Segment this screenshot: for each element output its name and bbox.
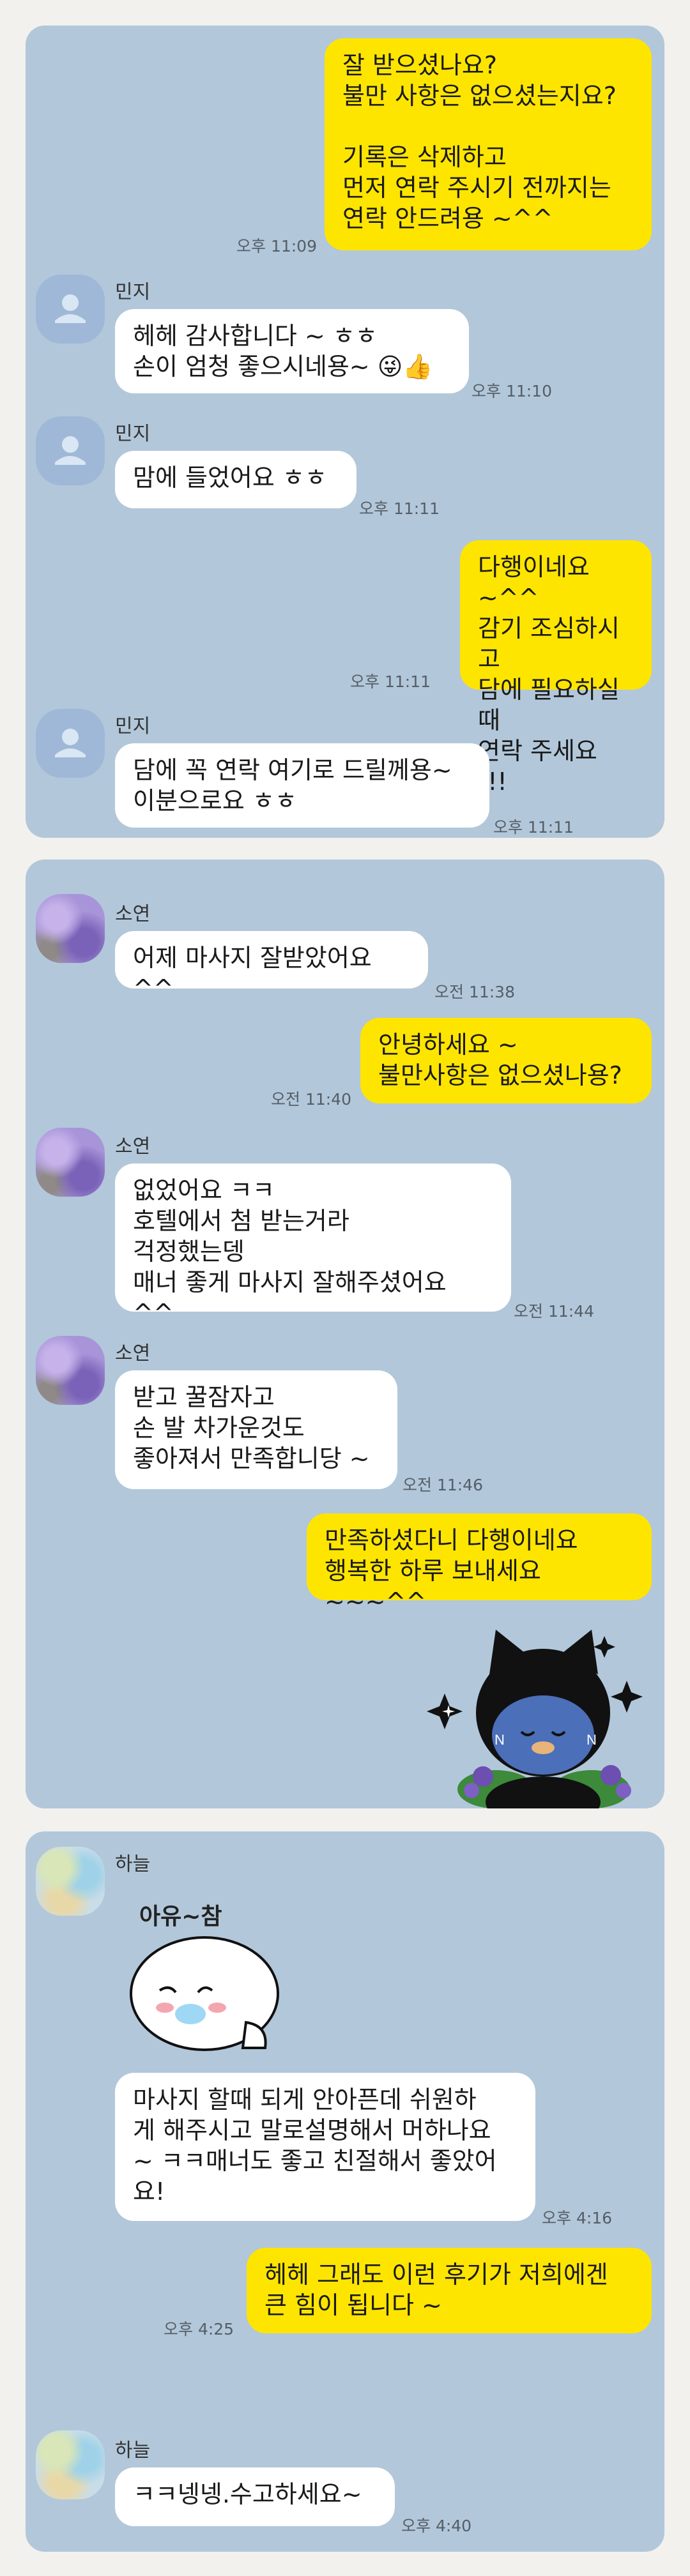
message-time: 오후 4:25 [164,2320,234,2338]
message-bubble-sent[interactable]: 만족하셨다니 다행이네요 행복한 하루 보내세요 ~~~^^ [307,1513,652,1616]
message-bubble-sent[interactable]: 다행이네요 ~^^ 감기 조심하시고 담에 필요하실때 연락 주세요 !!! [460,540,652,796]
message-time: 오후 4:40 [401,2517,472,2535]
message-bubble-received[interactable]: 어제 마사지 잘받았어요 ^^ [115,931,428,1003]
message-bubble-received[interactable]: 담에 꼭 연락 여기로 드릴께용~ 이분으로요 ㅎㅎ [115,743,489,828]
sender-name: 민지 [115,715,151,738]
message-bubble-received[interactable]: 없었어요 ㅋㅋ 호텔에서 첨 받는거라 걱정했는뎅 매너 좋게 마사지 잘해주셨… [115,1163,511,1327]
white-blob-sticker[interactable]: 아유~참 [115,1898,300,2051]
message-time: 오후 11:09 [236,237,317,255]
message-time: 오후 11:11 [493,818,574,837]
sender-name: 소연 [115,903,151,925]
message-time: 오후 11:10 [471,382,552,400]
person-silhouette-icon [55,436,86,465]
avatar[interactable] [36,1847,105,1916]
chat-panel-soyeon: 소연 어제 마사지 잘받았어요 ^^ 오전 11:38 안녕하세요 ~ 불만사항… [26,860,664,1808]
message-time: 오전 11:38 [434,983,515,1001]
message-time: 오전 11:46 [402,1476,483,1494]
message-time: 오전 11:44 [514,1302,594,1321]
svg-text:N: N [494,1732,505,1748]
sender-name: 하늘 [115,1853,151,1875]
avatar[interactable] [36,416,105,485]
sender-name: 민지 [115,281,151,303]
sender-name: 소연 [115,1342,151,1365]
sender-name: 민지 [115,423,151,445]
chat-panel-haneul: 하늘 아유~참 마사지 할때 되게 안아픈데 쉬원하 게 해주시고 말로설명해서… [26,1831,664,2552]
chat-panel-minji: 잘 받으셨나요? 불만 사항은 없으셨는지요? 기록은 삭제하고 먼저 연락 주… [26,26,664,838]
message-time: 오후 11:11 [359,499,440,518]
avatar[interactable] [36,1336,105,1405]
avatar[interactable] [36,709,105,778]
message-bubble-sent[interactable]: 헤헤 그래도 이런 후기가 저희에겐 큰 힘이 됩니다 ~ [247,2248,652,2333]
message-bubble-received[interactable]: 맘에 들었어요 ㅎㅎ [115,451,356,508]
sender-name: 소연 [115,1135,151,1158]
message-bubble-received[interactable]: 마사지 할때 되게 안아픈데 쉬원하 게 해주시고 말로설명해서 머하나요 ~ … [115,2073,535,2221]
message-bubble-sent[interactable]: 안녕하세요 ~ 불만사항은 없으셨나용? [360,1018,652,1103]
avatar[interactable] [36,894,105,963]
avatar[interactable] [36,1128,105,1197]
message-bubble-received[interactable]: ㅋㅋ넹넹.수고하세요~ [115,2467,395,2526]
black-cat-sticker[interactable]: N N [419,1617,664,1808]
message-time: 오전 11:40 [271,1090,351,1109]
sender-name: 하늘 [115,2439,151,2462]
message-bubble-sent[interactable]: 잘 받으셨나요? 불만 사항은 없으셨는지요? 기록은 삭제하고 먼저 연락 주… [325,38,652,250]
message-time: 오후 4:16 [542,2209,613,2227]
avatar[interactable] [36,2430,105,2499]
person-silhouette-icon [55,729,86,757]
person-silhouette-icon [55,294,86,323]
svg-text:N: N [586,1732,597,1748]
avatar[interactable] [36,275,105,344]
message-time: 오후 11:11 [350,672,431,691]
message-bubble-received[interactable]: 헤헤 감사합니다 ~ ㅎㅎ 손이 엄청 좋으시네용~ 😜👍 [115,309,469,393]
message-bubble-received[interactable]: 받고 꿀잠자고 손 발 차가운것도 좋아져서 만족합니당 ~ [115,1370,397,1489]
